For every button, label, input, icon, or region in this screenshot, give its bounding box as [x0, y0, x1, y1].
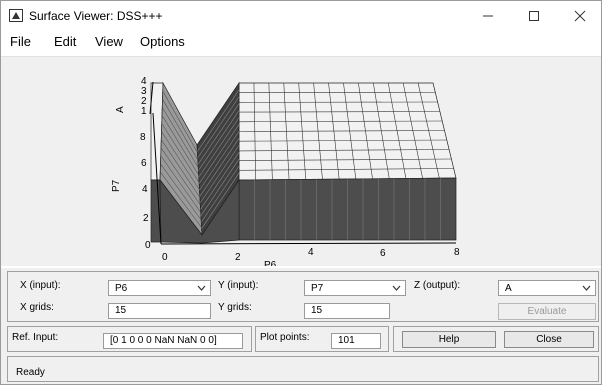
ref-input-panel: Ref. Input: [0 1 0 0 0 NaN NaN 0 0]	[7, 326, 252, 352]
y-input-label: Y (input):	[218, 280, 259, 291]
menu-bar: File Edit View Options	[1, 31, 601, 53]
z-tick-label: 1	[141, 106, 147, 117]
surface-plot[interactable]: 4 3 2 1 A 8 6 4 2 0 P7 0 2 4 6 8 P6	[1, 57, 601, 266]
chevron-down-icon	[197, 285, 206, 291]
x-tick-label: 4	[308, 247, 314, 258]
minimize-icon	[483, 15, 493, 17]
close-window-button[interactable]	[557, 1, 601, 31]
x-input-dropdown[interactable]: P6	[108, 280, 211, 296]
minimize-button[interactable]	[465, 1, 511, 31]
x-axis-label: P6	[264, 260, 277, 266]
menu-file[interactable]: File	[10, 34, 31, 49]
help-button[interactable]: Help	[402, 331, 496, 348]
status-text: Ready	[16, 367, 45, 378]
menu-options[interactable]: Options	[140, 34, 185, 49]
title-bar[interactable]: Surface Viewer: DSS+++	[1, 1, 601, 31]
plot-points-label: Plot points:	[260, 332, 310, 343]
x-grids-input[interactable]: 15	[108, 303, 211, 319]
y-axis-label: P7	[111, 179, 122, 192]
y-tick-label: 2	[143, 213, 149, 224]
window-title: Surface Viewer: DSS+++	[29, 9, 163, 23]
maximize-icon	[529, 11, 539, 21]
x-grids-label: X grids:	[20, 302, 54, 313]
x-axis-line	[160, 242, 457, 245]
y-tick-label: 6	[141, 158, 147, 169]
y-tick-label: 4	[142, 184, 148, 195]
menu-view[interactable]: View	[95, 34, 123, 49]
surface-mesh	[150, 81, 457, 244]
ref-input-field[interactable]: [0 1 0 0 0 NaN NaN 0 0]	[103, 333, 243, 349]
control-panel: X (input): P6 Y (input): P7 Z (output): …	[1, 268, 601, 384]
close-button[interactable]: Close	[504, 331, 594, 348]
x-tick-label: 0	[162, 252, 168, 263]
status-bar: Ready	[7, 356, 599, 382]
x-tick-label: 2	[235, 252, 241, 263]
app-icon	[9, 9, 23, 22]
surface-plot-area[interactable]: 4 3 2 1 A 8 6 4 2 0 P7 0 2 4 6 8 P6	[1, 56, 601, 266]
y-tick-label: 8	[140, 132, 146, 143]
menu-edit[interactable]: Edit	[54, 34, 76, 49]
y-input-value: P7	[311, 283, 324, 294]
y-grids-input[interactable]: 15	[304, 303, 390, 319]
plot-points-panel: Plot points: 101	[255, 326, 389, 352]
ref-input-label: Ref. Input:	[12, 332, 59, 343]
y-tick-label: 0	[145, 240, 151, 251]
surface-viewer-window: Surface Viewer: DSS+++ File Edit View Op…	[0, 0, 602, 385]
chevron-down-icon	[582, 285, 591, 291]
surface-left-wall	[150, 179, 162, 243]
z-output-value: A	[505, 283, 512, 294]
x-tick-label: 8	[454, 247, 460, 258]
y-grids-label: Y grids:	[218, 302, 252, 313]
z-output-dropdown[interactable]: A	[498, 280, 596, 296]
evaluate-button[interactable]: Evaluate	[498, 303, 596, 320]
chevron-down-icon	[392, 285, 401, 291]
maximize-button[interactable]	[511, 1, 557, 31]
io-selection-panel: X (input): P6 Y (input): P7 Z (output): …	[7, 271, 599, 322]
plot-points-input[interactable]: 101	[331, 333, 381, 349]
x-input-label: X (input):	[20, 280, 61, 291]
action-button-panel: Help Close	[393, 326, 599, 352]
x-input-value: P6	[115, 283, 128, 294]
z-output-label: Z (output):	[414, 280, 461, 291]
y-input-dropdown[interactable]: P7	[304, 280, 406, 296]
close-icon	[574, 10, 586, 22]
x-tick-label: 6	[380, 248, 386, 259]
z-axis-label: A	[115, 106, 126, 113]
